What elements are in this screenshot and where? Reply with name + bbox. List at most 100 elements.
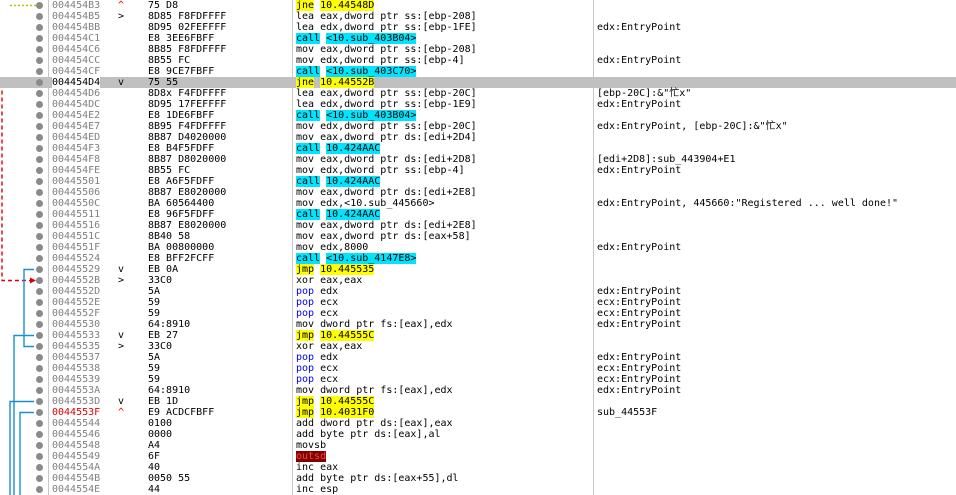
instruction-bytes: 59 [148, 363, 161, 374]
breakpoint-dot-icon[interactable] [36, 35, 43, 42]
instruction-row[interactable]: 0044552E 59 pop ecx ecx:EntryPoint [0, 297, 956, 308]
instruction-row[interactable]: 00445501 E8 A6F5FDFF call 10.424AAC [0, 176, 956, 187]
breakpoint-dot-icon[interactable] [36, 211, 43, 218]
instruction-row[interactable]: 0044554E 44 inc esp [0, 484, 956, 495]
instruction-row[interactable]: 004454DC 8D95 17FEFFFF lea edx,dword ptr s… [0, 99, 956, 110]
breakpoint-dot-icon[interactable] [36, 200, 43, 207]
instruction-row[interactable]: 00445546 0000 add byte ptr ds:[eax],al [0, 429, 956, 440]
breakpoint-dot-icon[interactable] [36, 420, 43, 427]
instruction-row[interactable]: 004454ED 8B87 D4020000 mov eax,dword ptr d… [0, 132, 956, 143]
breakpoint-dot-icon[interactable] [36, 134, 43, 141]
instruction-row[interactable]: 004454B5 >8D85 F8FDFFFF lea eax,dword ptr … [0, 11, 956, 22]
instruction-row[interactable]: 004454D6 8D8x F4FDFFFF lea eax,dword ptr s… [0, 88, 956, 99]
breakpoint-dot-icon[interactable] [36, 90, 43, 97]
instruction-row[interactable]: 004454BB 8D95 02FEFFFF lea edx,dword ptr s… [0, 22, 956, 33]
breakpoint-dot-icon[interactable] [36, 145, 43, 152]
breakpoint-dot-icon[interactable] [36, 266, 43, 273]
breakpoint-dot-icon[interactable] [36, 332, 43, 339]
instruction-row[interactable]: 004454F8 8B87 D8020000 mov eax,dword ptr d… [0, 154, 956, 165]
instruction-row[interactable]: 004454C6 8B85 F8FDFFFF mov eax,dword ptr s… [0, 44, 956, 55]
instruction-row[interactable]: 00445544 0100 add dword ptr ds:[eax],eax [0, 418, 956, 429]
instruction-row[interactable]: 00445511 E8 96F5FDFF call 10.424AAC [0, 209, 956, 220]
breakpoint-dot-icon[interactable] [36, 299, 43, 306]
breakpoint-dot-icon[interactable] [36, 79, 43, 86]
instruction-bytes: E8 3EE6FBFF [148, 33, 215, 44]
breakpoint-dot-icon[interactable] [36, 24, 43, 31]
breakpoint-dot-icon[interactable] [36, 288, 43, 295]
instruction-row[interactable]: 004454FE 8B55 FC mov edx,dword ptr ss:[ebp… [0, 165, 956, 176]
instruction-row[interactable]: 0044550C BA 60564400 mov edx,<10.sub_44566… [0, 198, 956, 209]
breakpoint-dot-icon[interactable] [36, 310, 43, 317]
breakpoint-dot-icon[interactable] [36, 354, 43, 361]
instruction-row[interactable]: 00445539 59 pop ecx ecx:EntryPoint [0, 374, 956, 385]
instruction-disassembly: mov dword ptr fs:[eax],edx [296, 385, 453, 396]
breakpoint-dot-icon[interactable] [36, 464, 43, 471]
breakpoint-dot-icon[interactable] [36, 255, 43, 262]
breakpoint-dot-icon[interactable] [36, 321, 43, 328]
breakpoint-dot-icon[interactable] [36, 189, 43, 196]
breakpoint-dot-icon[interactable] [36, 112, 43, 119]
breakpoint-dot-icon[interactable] [36, 398, 43, 405]
instruction-bytes: 0000 [148, 429, 173, 440]
instruction-row[interactable]: 0044551C 8B40 58 mov eax,dword ptr ds:[eax… [0, 231, 956, 242]
disassembly-view[interactable]: 004454B3 ^ 75 D8 jne 10.44548D 004454B5 >8D85… [0, 0, 956, 495]
instruction-row[interactable]: 0044554A 40 inc eax [0, 462, 956, 473]
breakpoint-dot-icon[interactable] [36, 46, 43, 53]
instruction-bytes: A4 [148, 440, 161, 451]
breakpoint-dot-icon[interactable] [36, 123, 43, 130]
breakpoint-dot-icon[interactable] [36, 156, 43, 163]
instruction-row[interactable]: 00445524 E8 BFF2FCFF call <10.sub_4147E8> [0, 253, 956, 264]
breakpoint-dot-icon[interactable] [36, 277, 43, 284]
instruction-bytes: 59 [148, 308, 161, 319]
instruction-comment: edx:EntryPoint [597, 352, 682, 363]
breakpoint-dot-icon[interactable] [36, 376, 43, 383]
instruction-row[interactable]: 00445548 A4 movsb [0, 440, 956, 451]
instruction-row[interactable]: 0044552B >33C0 xor eax,eax [0, 275, 956, 286]
breakpoint-dot-icon[interactable] [36, 178, 43, 185]
breakpoint-dot-icon[interactable] [36, 431, 43, 438]
breakpoint-dot-icon[interactable] [36, 442, 43, 449]
instruction-row[interactable]: 0044553A 64:8910 mov dword ptr fs:[eax],ed… [0, 385, 956, 396]
breakpoint-dot-icon[interactable] [36, 475, 43, 482]
breakpoint-dot-icon[interactable] [36, 101, 43, 108]
instruction-row[interactable]: 004454E2 E8 1DE6FBFF call <10.sub_403B04> [0, 110, 956, 121]
instruction-row[interactable]: 00445535 >33C0 xor eax,eax [0, 341, 956, 352]
breakpoint-dot-icon[interactable] [36, 409, 43, 416]
instruction-row[interactable]: 0044553F ^ E9 ACDCFBFF jmp 10.4031F0 sub_445… [0, 407, 956, 418]
instruction-row[interactable]: 00445537 5A pop edx edx:EntryPoint [0, 352, 956, 363]
instruction-row[interactable]: 00445538 59 pop ecx ecx:EntryPoint [0, 363, 956, 374]
instruction-row[interactable]: 004454D4 v 75 55 jne 10.44552B [0, 77, 956, 88]
instruction-row[interactable]: 004454CF E8 9CE7FBFF call <10.sub_403C70> [0, 66, 956, 77]
breakpoint-dot-icon[interactable] [36, 233, 43, 240]
breakpoint-dot-icon[interactable] [36, 68, 43, 75]
breakpoint-dot-icon[interactable] [36, 343, 43, 350]
instruction-row[interactable]: 00445533 v EB 27 jmp 10.44555C [0, 330, 956, 341]
instruction-operands: eax,dword ptr ss:[ebp-20C] [320, 88, 477, 99]
breakpoint-dot-icon[interactable] [36, 387, 43, 394]
instruction-row[interactable]: 004454E7 8B95 F4FDFFFF mov edx,dword ptr s… [0, 121, 956, 132]
breakpoint-dot-icon[interactable] [36, 244, 43, 251]
instruction-row[interactable]: 00445529 v EB 0A jmp 10.445535 [0, 264, 956, 275]
instruction-row[interactable]: 0044551F BA 00800000 mov edx,8000 edx:Entry… [0, 242, 956, 253]
breakpoint-dot-icon[interactable] [36, 453, 43, 460]
instruction-row[interactable]: 004454B3 ^ 75 D8 jne 10.44548D [0, 0, 956, 11]
breakpoint-dot-icon[interactable] [36, 2, 43, 9]
instruction-row[interactable]: 0044552D 5A pop edx edx:EntryPoint [0, 286, 956, 297]
instruction-row[interactable]: 004454C1 E8 3EE6FBFF call <10.sub_403B04> [0, 33, 956, 44]
breakpoint-dot-icon[interactable] [36, 167, 43, 174]
breakpoint-dot-icon[interactable] [36, 222, 43, 229]
instruction-row[interactable]: 004454CC 8B55 FC mov edx,dword ptr ss:[ebp… [0, 55, 956, 66]
breakpoint-dot-icon[interactable] [36, 57, 43, 64]
breakpoint-dot-icon[interactable] [36, 486, 43, 493]
instruction-row[interactable]: 0044553D v EB 1D jmp 10.44555C [0, 396, 956, 407]
instruction-comment: ecx:EntryPoint [597, 374, 682, 385]
instruction-row[interactable]: 00445549 6F outsd [0, 451, 956, 462]
instruction-row[interactable]: 0044552F 59 pop ecx ecx:EntryPoint [0, 308, 956, 319]
breakpoint-dot-icon[interactable] [36, 13, 43, 20]
instruction-row[interactable]: 004454F3 E8 B4F5FDFF call 10.424AAC [0, 143, 956, 154]
breakpoint-dot-icon[interactable] [36, 365, 43, 372]
instruction-row[interactable]: 0044554B 0050 55 add byte ptr ds:[eax+55],… [0, 473, 956, 484]
instruction-row[interactable]: 00445530 64:8910 mov dword ptr fs:[eax],ed… [0, 319, 956, 330]
instruction-row[interactable]: 00445506 8B87 E8020000 mov eax,dword ptr d… [0, 187, 956, 198]
instruction-row[interactable]: 00445516 8B87 E8020000 mov eax,dword ptr d… [0, 220, 956, 231]
